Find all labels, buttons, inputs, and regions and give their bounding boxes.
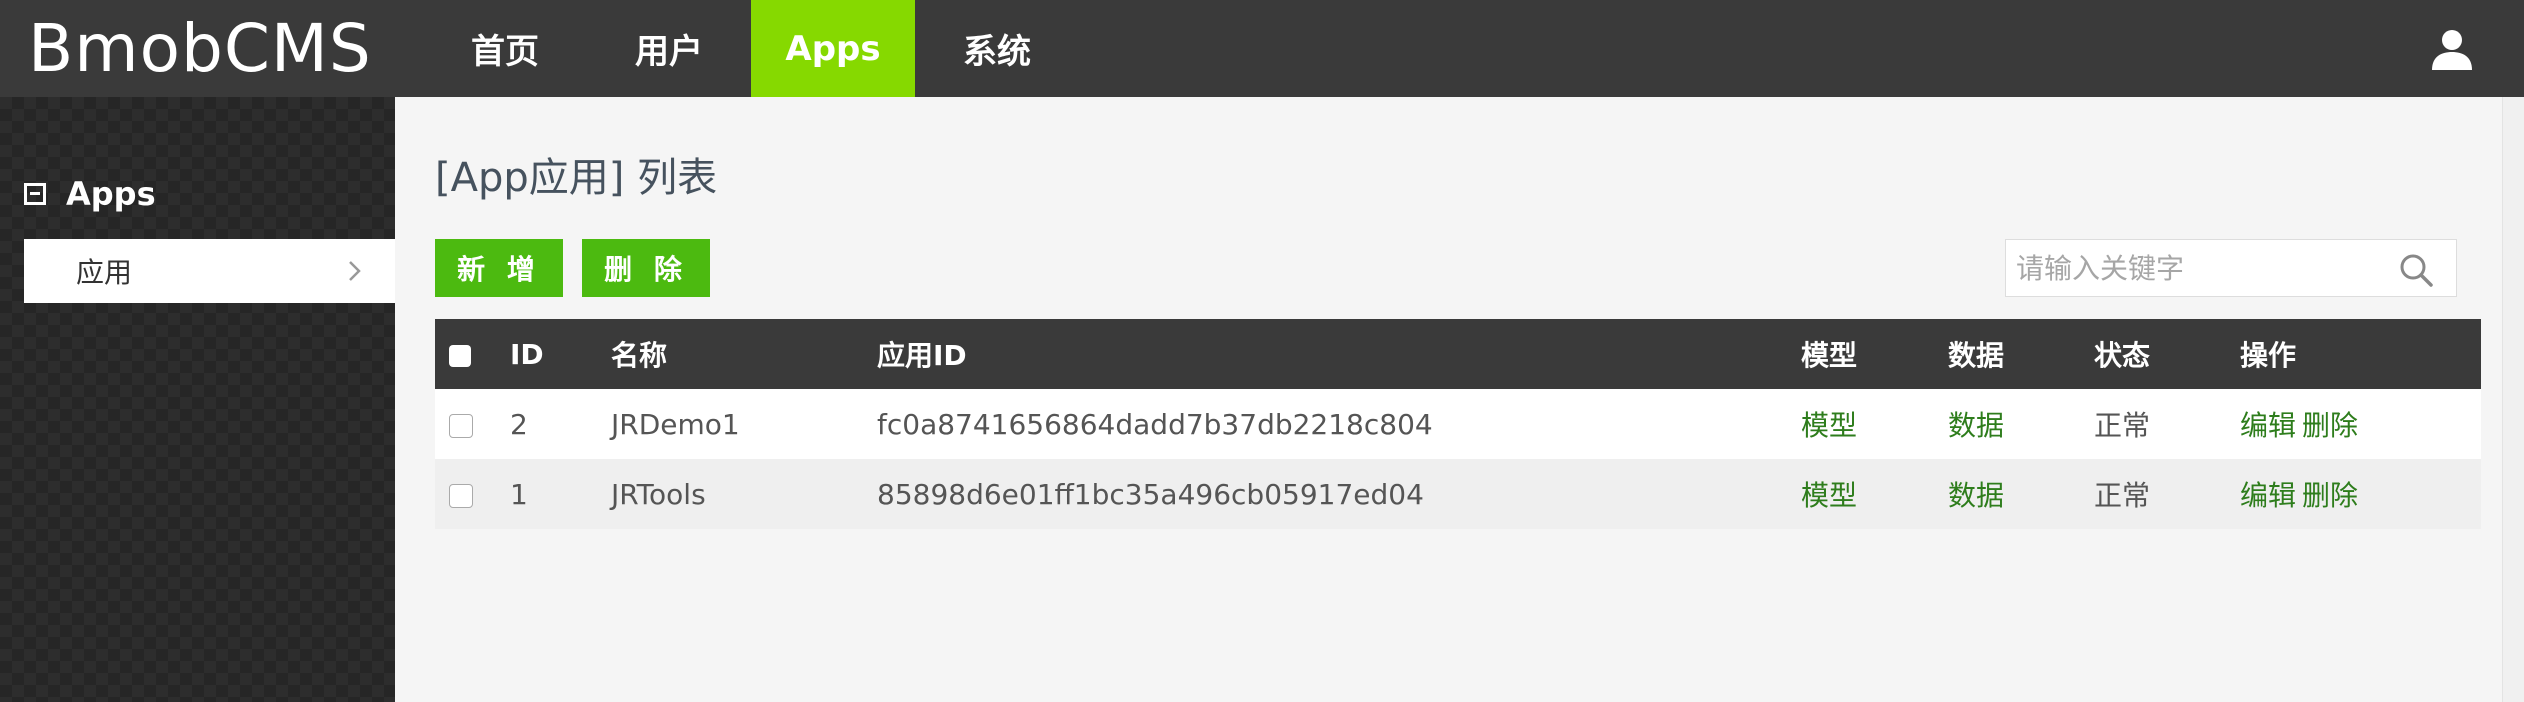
header-model: 模型 <box>1801 339 1858 372</box>
row-checkbox[interactable] <box>449 483 473 508</box>
search-box <box>2005 239 2457 297</box>
row-data-link[interactable]: 数据 <box>1948 404 2094 444</box>
nav-item-users[interactable]: 用户 <box>587 0 751 97</box>
sidebar-group-label: Apps <box>66 175 156 213</box>
nav-item-home[interactable]: 首页 <box>423 0 587 97</box>
main-content: [App应用] 列表 新 增 删 除 ID 名称 应用ID 模型 数据 状态 操… <box>395 97 2524 702</box>
row-model-link[interactable]: 模型 <box>1801 474 1948 514</box>
row-status: 正常 <box>2094 409 2151 442</box>
row-delete-link[interactable]: 删除 <box>2302 479 2358 512</box>
row-actions: 编辑 删除 <box>2240 404 2481 444</box>
sidebar-group-apps[interactable]: Apps <box>24 175 156 213</box>
row-edit-link[interactable]: 编辑 <box>2240 479 2296 512</box>
table-row: 2 JRDemo1 fc0a8741656864dadd7b37db2218c8… <box>435 389 2481 459</box>
header-id[interactable]: ID <box>510 338 611 371</box>
user-menu[interactable] <box>2404 0 2500 97</box>
table-row: 1 JRTools 85898d6e01ff1bc35a496cb05917ed… <box>435 459 2481 529</box>
page-title: [App应用] 列表 <box>435 155 718 201</box>
row-delete-link[interactable]: 删除 <box>2302 409 2358 442</box>
sidebar: Apps 应用 <box>0 97 395 702</box>
row-model-link[interactable]: 模型 <box>1801 404 1948 444</box>
user-icon[interactable] <box>2429 26 2475 72</box>
row-actions: 编辑 删除 <box>2240 474 2481 514</box>
row-name: JRDemo1 <box>611 407 740 441</box>
select-all-checkbox[interactable] <box>449 344 471 367</box>
header-app-id[interactable]: 应用ID <box>877 334 1801 374</box>
brand-logo[interactable]: BmobCMS <box>0 0 400 97</box>
search-icon[interactable] <box>2398 252 2434 288</box>
row-checkbox-cell <box>435 478 510 511</box>
apps-table: ID 名称 应用ID 模型 数据 状态 操作 2 JRDemo1 fc0a874… <box>435 319 2481 529</box>
row-name: JRTools <box>611 477 706 511</box>
search-input[interactable] <box>2006 240 2386 296</box>
row-checkbox-cell <box>435 408 510 441</box>
row-app-id: fc0a8741656864dadd7b37db2218c804 <box>877 407 1433 441</box>
header-status: 状态 <box>2094 339 2151 372</box>
main-nav: 首页 用户 Apps 系统 <box>423 0 1079 97</box>
collapse-icon[interactable] <box>24 183 46 205</box>
row-app-id: 85898d6e01ff1bc35a496cb05917ed04 <box>877 477 1424 511</box>
header-data: 数据 <box>1948 339 2005 372</box>
row-data-link[interactable]: 数据 <box>1948 474 2094 514</box>
header-checkbox-cell <box>435 338 510 371</box>
header-name[interactable]: 名称 <box>611 334 877 374</box>
nav-item-system[interactable]: 系统 <box>915 0 1079 97</box>
nav-item-apps[interactable]: Apps <box>751 0 915 97</box>
row-id: 2 <box>510 407 528 441</box>
sidebar-item-label: 应用 <box>76 256 133 289</box>
row-checkbox[interactable] <box>449 413 473 438</box>
chevron-right-icon <box>349 261 361 281</box>
scrollbar[interactable] <box>2502 97 2524 702</box>
header-actions: 操作 <box>2240 339 2297 372</box>
table-header: ID 名称 应用ID 模型 数据 状态 操作 <box>435 319 2481 389</box>
sidebar-item-app[interactable]: 应用 <box>24 239 395 303</box>
top-navbar: BmobCMS 首页 用户 Apps 系统 <box>0 0 2524 97</box>
row-status: 正常 <box>2094 479 2151 512</box>
row-edit-link[interactable]: 编辑 <box>2240 409 2296 442</box>
add-button[interactable]: 新 增 <box>435 239 563 297</box>
delete-button[interactable]: 删 除 <box>582 239 710 297</box>
row-id: 1 <box>510 477 528 511</box>
